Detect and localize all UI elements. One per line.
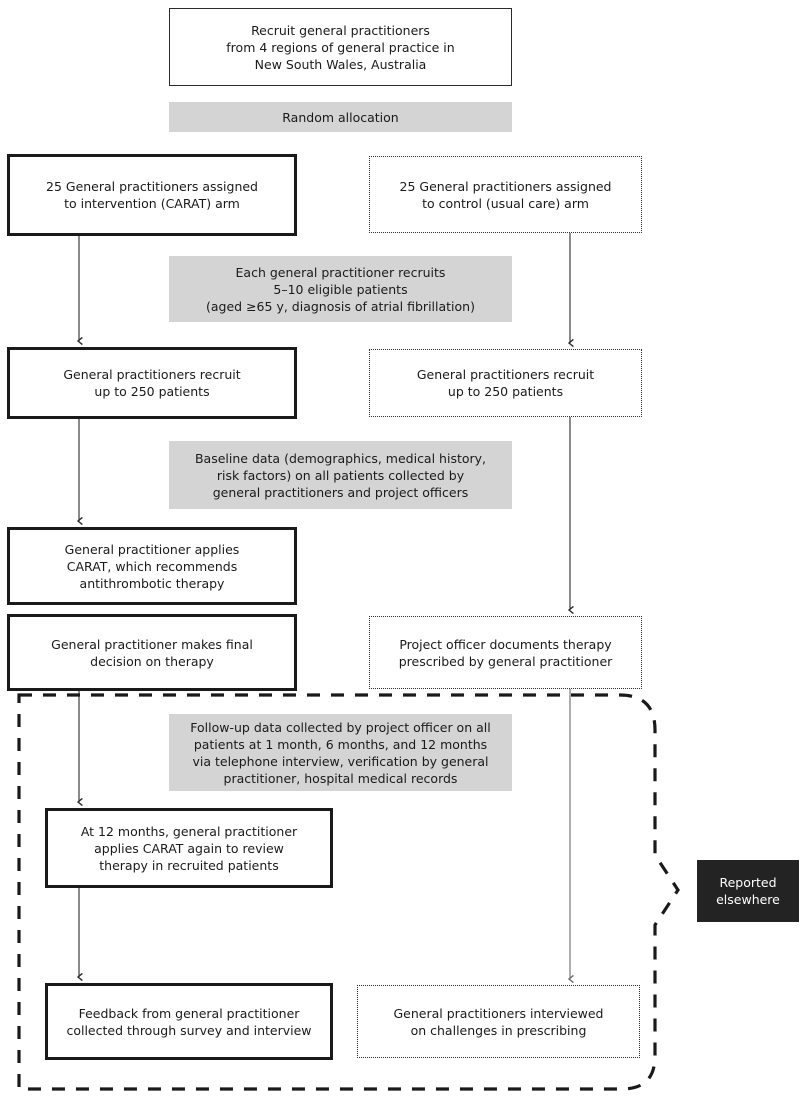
node-feedback-survey-label: Feedback from general practitioner colle… <box>66 1005 312 1038</box>
node-follow-up-data-label: Follow-up data collected by project offi… <box>190 719 491 786</box>
node-intervention-arm: 25 General practitioners assigned to int… <box>7 154 297 236</box>
node-recruit-250-control: General practitioners recruit up to 250 … <box>369 349 642 417</box>
node-recruit-250-intervention-label: General practitioners recruit up to 250 … <box>63 367 241 399</box>
node-control-arm: 25 General practitioners assigned to con… <box>369 156 642 233</box>
node-intervention-arm-label: 25 General practitioners assigned to int… <box>46 179 258 211</box>
node-recruit-gps-label: Recruit general practitioners from 4 reg… <box>226 22 455 72</box>
node-project-officer-documents: Project officer documents therapy prescr… <box>369 616 642 689</box>
node-project-officer-documents-label: Project officer documents therapy prescr… <box>398 636 613 669</box>
node-feedback-survey: Feedback from general practitioner colle… <box>45 983 333 1060</box>
node-each-gp-recruits-label: Each general practitioner recruits 5–10 … <box>206 264 475 314</box>
node-random-allocation: Random allocation <box>169 102 512 132</box>
node-carat-again-12-months-label: At 12 months, general practitioner appli… <box>80 823 298 873</box>
node-baseline-data: Baseline data (demographics, medical his… <box>169 441 512 509</box>
node-reported-elsewhere-label: Reported elsewhere <box>716 875 780 907</box>
node-each-gp-recruits: Each general practitioner recruits 5–10 … <box>169 256 512 322</box>
node-recruit-gps: Recruit general practitioners from 4 reg… <box>169 8 512 86</box>
node-control-arm-label: 25 General practitioners assigned to con… <box>399 178 612 211</box>
node-gp-final-decision-label: General practitioner makes final decisio… <box>51 636 253 669</box>
node-random-allocation-label: Random allocation <box>282 109 399 125</box>
node-gps-interviewed: General practitioners interviewed on cha… <box>357 985 640 1058</box>
node-follow-up-data: Follow-up data collected by project offi… <box>169 714 512 791</box>
node-reported-elsewhere: Reported elsewhere <box>697 860 799 922</box>
flowchart-canvas: Recruit general practitioners from 4 reg… <box>0 0 804 1104</box>
node-gp-applies-carat-label: General practitioner applies CARAT, whic… <box>64 541 240 591</box>
node-recruit-250-control-label: General practitioners recruit up to 250 … <box>416 367 595 399</box>
node-gps-interviewed-label: General practitioners interviewed on cha… <box>393 1005 604 1038</box>
node-gp-applies-carat: General practitioner applies CARAT, whic… <box>7 527 297 605</box>
node-gp-final-decision: General practitioner makes final decisio… <box>7 614 297 691</box>
node-carat-again-12-months: At 12 months, general practitioner appli… <box>45 808 333 888</box>
node-baseline-data-label: Baseline data (demographics, medical his… <box>194 450 487 500</box>
node-recruit-250-intervention: General practitioners recruit up to 250 … <box>7 347 297 419</box>
